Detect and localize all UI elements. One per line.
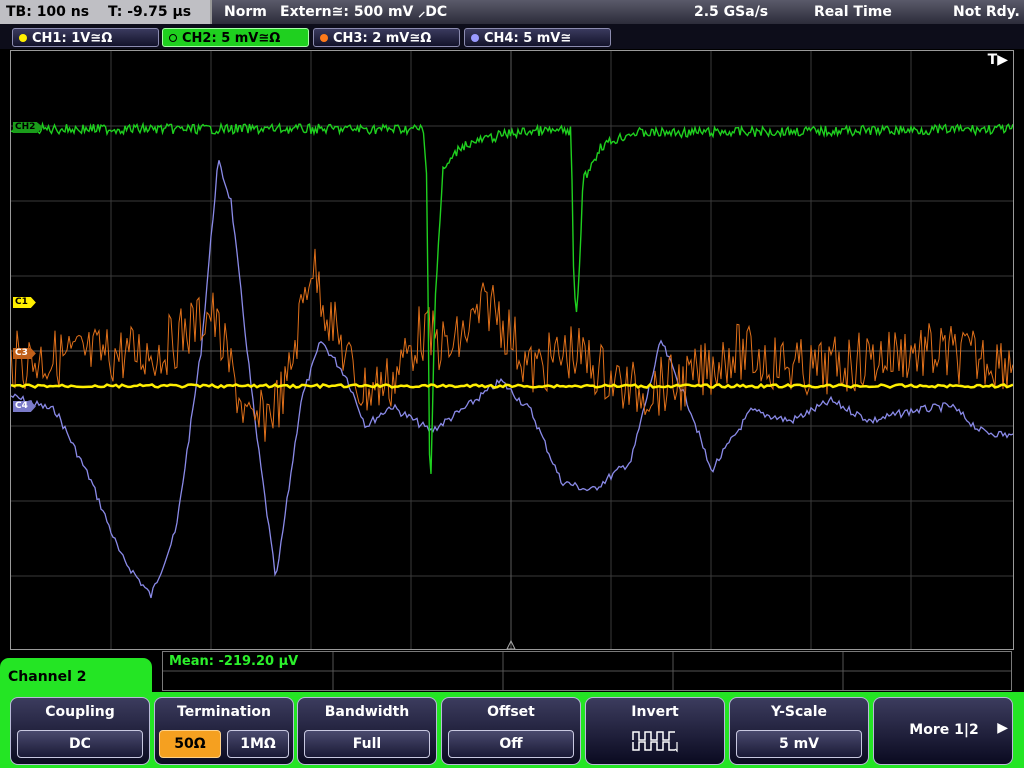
ch3-label: CH3: 2 mV≅Ω (333, 31, 432, 46)
coupling-value[interactable]: DC (17, 730, 143, 758)
trigger-source[interactable]: Extern≅: 500 mV ⸝DC (280, 0, 447, 24)
y-scale-softkey[interactable]: Y-Scale 5 mV (729, 697, 869, 765)
coupling-softkey[interactable]: Coupling DC (10, 697, 150, 765)
trigger-time-value: T: -9.75 µs (107, 4, 192, 20)
more-softkey[interactable]: More 1|2 ▶ (873, 697, 1013, 765)
menu-title: Channel 2 (8, 669, 87, 685)
termination-softkey[interactable]: Termination 50Ω 1MΩ (154, 697, 294, 765)
ch1-label: CH1: 1V≅Ω (32, 31, 113, 46)
termination-1m-ohm[interactable]: 1MΩ (227, 730, 289, 758)
invert-label: Invert (631, 704, 679, 720)
invert-softkey[interactable]: Invert (585, 697, 725, 765)
mean-measurement: Mean: -219.20 µV (169, 654, 299, 669)
real-time-mode: Real Time (814, 4, 892, 20)
coupling-label: Coupling (45, 704, 115, 720)
offset-value[interactable]: Off (448, 730, 574, 758)
ch4-trace (11, 160, 1013, 599)
ch1-dot-icon (19, 34, 27, 42)
waveform-display[interactable] (10, 50, 1014, 650)
grid-lines (11, 51, 1013, 649)
y-scale-value[interactable]: 5 mV (736, 730, 862, 758)
timebase-value: TB: 100 ns (6, 4, 90, 20)
termination-50-ohm[interactable]: 50Ω (159, 730, 221, 758)
bandwidth-softkey[interactable]: Bandwidth Full (297, 697, 437, 765)
ch2-dot-icon (169, 34, 177, 42)
ch2-trace (11, 121, 1013, 474)
timebase-box[interactable]: TB: 100 ns T: -9.75 µs (0, 0, 212, 24)
menu-title-tab: Channel 2 (0, 658, 152, 702)
trigger-level-marker: T▶ (987, 52, 1008, 68)
ch4-label: CH4: 5 mV≅ (484, 31, 572, 46)
channel-tab-ch2[interactable]: CH2: 5 mV≅Ω (162, 28, 309, 47)
ch4-dot-icon (471, 34, 479, 42)
bandwidth-label: Bandwidth (324, 704, 410, 720)
ch2-label: CH2: 5 mV≅Ω (182, 31, 281, 46)
ch3-trace (11, 248, 1013, 442)
next-page-icon: ▶ (997, 720, 1008, 736)
acquisition-mode[interactable]: Norm (224, 0, 267, 24)
bandwidth-value[interactable]: Full (304, 730, 430, 758)
y-scale-label: Y-Scale (770, 704, 827, 720)
more-label: More 1|2 (909, 722, 979, 738)
offset-label: Offset (487, 704, 535, 720)
channel-tab-ch3[interactable]: CH3: 2 mV≅Ω (313, 28, 460, 47)
trigger-status: Not Rdy. (953, 4, 1020, 20)
channel-tab-ch4[interactable]: CH4: 5 mV≅ (464, 28, 611, 47)
ch3-dot-icon (320, 34, 328, 42)
invert-waveform-icon (632, 731, 678, 753)
waveform-svg (11, 51, 1013, 649)
center-axes (11, 51, 1013, 649)
sample-rate: 2.5 GSa/s (694, 4, 769, 20)
channel-tab-ch1[interactable]: CH1: 1V≅Ω (12, 28, 159, 47)
offset-softkey[interactable]: Offset Off (441, 697, 581, 765)
termination-label: Termination (177, 704, 271, 720)
